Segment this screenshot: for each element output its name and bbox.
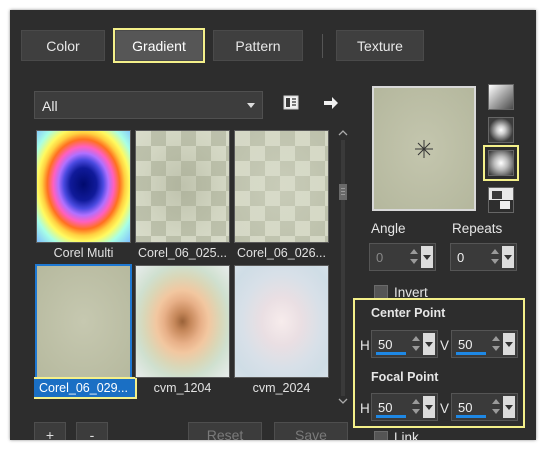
angle-value: 0 [376, 250, 384, 265]
focal-point-title: Focal Point [371, 370, 439, 384]
chevron-down-icon[interactable] [503, 396, 515, 418]
corner-gradient-style-button[interactable] [488, 187, 514, 213]
scrollbar-thumb[interactable] [339, 184, 347, 200]
center-crosshair-icon[interactable] [414, 139, 434, 159]
gradient-swatch [234, 130, 329, 243]
scroll-up-icon[interactable] [337, 128, 349, 138]
gradient-swatch [135, 265, 230, 378]
value-indicator [376, 415, 406, 418]
invert-checkbox[interactable] [374, 285, 388, 299]
save-button[interactable]: Save [274, 422, 348, 440]
gradient-swatch [135, 130, 230, 243]
tab-texture[interactable]: Texture [336, 30, 424, 61]
chevron-down-icon[interactable] [423, 333, 435, 355]
thumbnail-label: Corel Multi [53, 246, 114, 260]
gradient-thumbnail[interactable]: Corel Multi [34, 128, 133, 263]
angle-label: Angle [371, 221, 406, 236]
center-h-value: 50 [378, 337, 393, 352]
value-indicator [376, 352, 406, 355]
spin-arrows-icon[interactable] [490, 248, 500, 266]
focal-h-spinbox[interactable]: 50 [371, 393, 438, 421]
repeats-label: Repeats [452, 221, 503, 236]
gradient-thumbnail[interactable]: Corel_06_026... [232, 128, 331, 263]
gradient-swatch [234, 265, 329, 378]
remove-gradient-button[interactable]: - [76, 422, 108, 440]
reset-button[interactable]: Reset [188, 422, 262, 440]
tab-color[interactable]: Color [21, 30, 105, 61]
chevron-down-icon[interactable] [503, 333, 515, 355]
spin-arrows-icon[interactable] [411, 335, 421, 353]
focal-v-label: V [440, 401, 450, 416]
focal-v-spinbox[interactable]: 50 [451, 393, 518, 421]
radial-gradient-style-button[interactable] [483, 145, 519, 181]
gradient-thumbnail-selected[interactable]: Corel_06_029... [34, 263, 137, 399]
tab-gradient[interactable]: Gradient [113, 28, 205, 63]
spin-arrows-icon[interactable] [409, 248, 419, 266]
spin-arrows-icon[interactable] [411, 398, 421, 416]
link-label: Link [394, 430, 419, 440]
repeats-value: 0 [457, 250, 465, 265]
tab-separator [322, 34, 323, 58]
value-indicator [456, 415, 486, 418]
category-dropdown[interactable]: All [34, 91, 263, 119]
gradient-swatch [35, 264, 132, 379]
chevron-down-icon[interactable] [423, 396, 435, 418]
spin-arrows-icon[interactable] [491, 335, 501, 353]
gradient-thumbnail-grid: Corel Multi Corel_06_025... Corel_06_026… [34, 128, 334, 408]
invert-label: Invert [394, 285, 428, 300]
arrow-right-icon[interactable] [322, 94, 340, 112]
focal-h-value: 50 [378, 400, 393, 415]
scroll-down-icon[interactable] [337, 396, 349, 406]
tab-pattern[interactable]: Pattern [213, 30, 303, 61]
thumbnail-label: Corel_06_025... [138, 246, 227, 260]
gradient-swatch [36, 130, 131, 243]
chevron-down-icon[interactable] [502, 246, 514, 268]
repeats-spinbox[interactable]: 0 [450, 243, 517, 271]
value-indicator [456, 352, 486, 355]
focal-v-value: 50 [458, 400, 473, 415]
chevron-down-icon[interactable] [421, 246, 433, 268]
gradient-thumbnail[interactable]: cvm_2024 [232, 263, 331, 398]
thumbnail-scrollbar[interactable] [337, 128, 349, 408]
material-properties-panel: Color Gradient Pattern Texture All Corel… [10, 10, 536, 440]
scrollbar-track[interactable] [341, 140, 345, 396]
center-h-spinbox[interactable]: 50 [371, 330, 438, 358]
center-v-value: 50 [458, 337, 473, 352]
library-icon[interactable] [282, 94, 300, 112]
center-v-spinbox[interactable]: 50 [451, 330, 518, 358]
center-h-label: H [360, 338, 370, 353]
spin-arrows-icon[interactable] [491, 398, 501, 416]
add-gradient-button[interactable]: + [34, 422, 66, 440]
chevron-down-icon [247, 103, 255, 108]
focal-h-label: H [360, 401, 370, 416]
center-v-label: V [440, 338, 450, 353]
center-point-title: Center Point [371, 306, 446, 320]
category-dropdown-value: All [42, 98, 58, 114]
linear-gradient-style-button[interactable] [488, 84, 514, 110]
link-checkbox[interactable] [374, 431, 388, 440]
angle-spinbox[interactable]: 0 [369, 243, 436, 271]
thumbnail-label: cvm_1204 [153, 381, 212, 395]
thumbnail-label: Corel_06_026... [237, 246, 326, 260]
gradient-thumbnail[interactable]: cvm_1204 [133, 263, 232, 398]
rectangular-gradient-style-button[interactable] [488, 117, 514, 143]
thumbnail-label: cvm_2024 [252, 381, 311, 395]
thumbnail-label: Corel_06_029... [34, 377, 137, 399]
gradient-preview[interactable] [372, 86, 476, 211]
gradient-thumbnail[interactable]: Corel_06_025... [133, 128, 232, 263]
